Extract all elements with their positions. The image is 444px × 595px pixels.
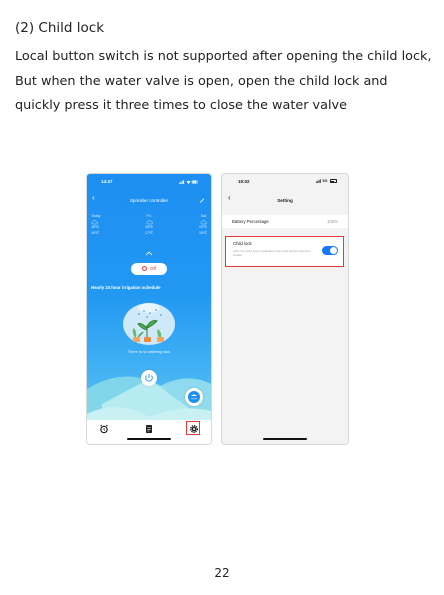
child-lock-row: Child lock After the child lock is activ…	[225, 236, 344, 267]
signal-wifi-battery-icon	[179, 180, 198, 184]
valve-off-button[interactable]: Off	[131, 263, 167, 275]
section-body-text: Local button switch is not supported aft…	[15, 49, 432, 113]
settings-screenshot: 15:02 5G ‹ Setting Battery Percentage 10…	[221, 173, 349, 445]
child-lock-description: After the child lock is activated, the l…	[233, 249, 311, 258]
page-number: 22	[214, 566, 230, 580]
edit-icon[interactable]	[198, 196, 206, 204]
home-indicator	[127, 438, 171, 440]
status-bar: 14:47	[87, 179, 211, 187]
settings-highlight-box	[186, 421, 200, 435]
valve-off-label: Off	[150, 266, 156, 271]
nav-title: Sprinkler controller	[129, 198, 169, 203]
chevron-up-icon[interactable]	[145, 251, 153, 256]
schedule-title: Nearly 24 hour irrigation schedule	[91, 285, 161, 290]
forecast-low: 17℃	[144, 230, 154, 235]
forecast-day: Sat. 20℃ 15℃	[185, 214, 207, 236]
nav-title: Setting	[277, 198, 293, 203]
child-lock-title: Child lock	[233, 241, 252, 246]
battery-percentage-label: Battery Percentage	[232, 219, 269, 224]
bottom-tab-bar	[87, 420, 211, 444]
section-title: (2) Child lock	[15, 20, 105, 36]
battery-icon	[330, 179, 337, 183]
forecast-day: Today 18℃ 16℃	[91, 214, 113, 236]
manual-water-button[interactable]	[185, 388, 203, 406]
power-button[interactable]	[141, 370, 157, 386]
empty-schedule-text: There is no watering task	[127, 350, 171, 354]
network-type: 5G	[322, 179, 328, 183]
close-circle-icon	[142, 265, 148, 271]
child-lock-toggle[interactable]	[322, 246, 338, 255]
list-icon[interactable]	[144, 424, 154, 434]
shower-icon	[188, 391, 200, 403]
alarm-icon[interactable]	[99, 424, 109, 434]
forecast-low: 15℃	[198, 230, 207, 235]
plants-illustration	[123, 303, 175, 345]
nav-bar: ‹ Setting	[222, 194, 348, 206]
nav-bar: ‹ Sprinkler controller	[87, 194, 211, 206]
signal-icon	[316, 179, 321, 183]
sprinkler-controller-screenshot: 14:47 ‹ Sprinkler controller Today 18℃ 1…	[86, 173, 212, 445]
status-time: 14:47	[101, 179, 113, 184]
battery-percentage-value: 100%	[327, 219, 338, 224]
signal-indicator: 5G	[316, 179, 337, 183]
forecast-day: Fri. 18℃ 17℃	[138, 214, 160, 236]
home-indicator	[263, 438, 307, 440]
status-bar: 15:02 5G	[222, 179, 348, 187]
status-time: 15:02	[238, 179, 250, 184]
battery-percentage-row: Battery Percentage 100%	[222, 215, 348, 228]
forecast-low: 16℃	[91, 230, 100, 235]
power-icon	[145, 374, 153, 382]
